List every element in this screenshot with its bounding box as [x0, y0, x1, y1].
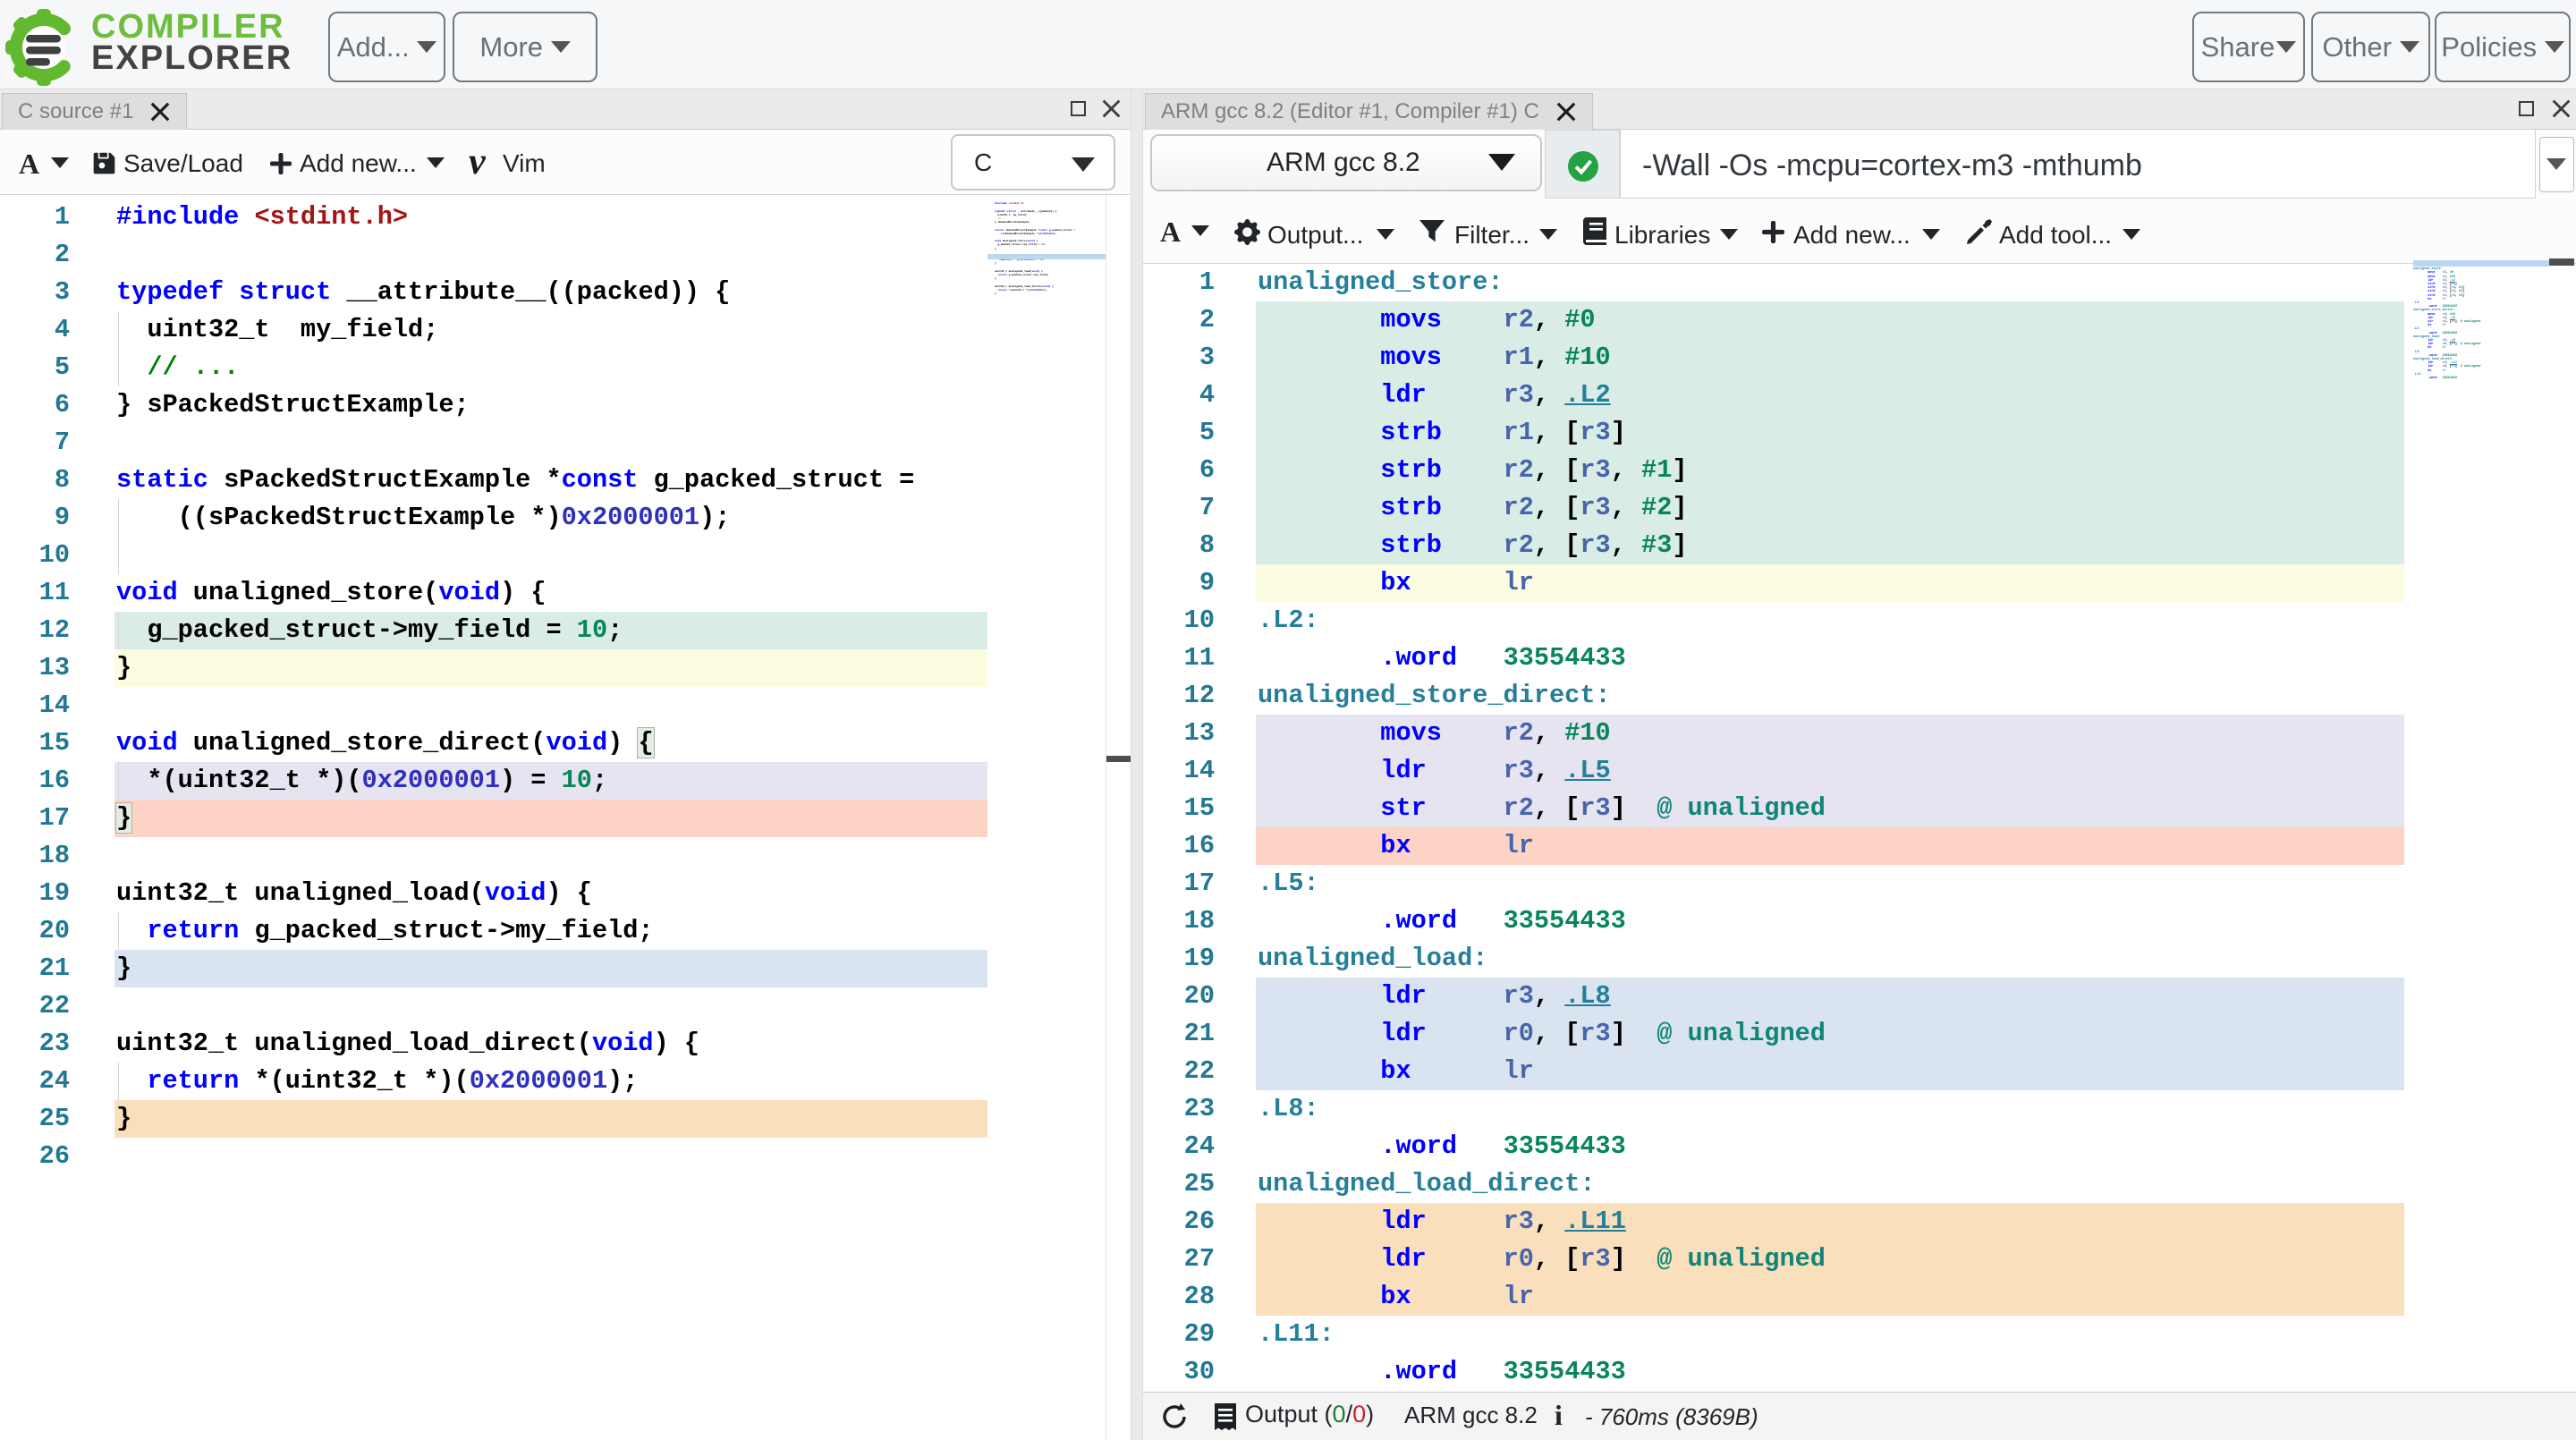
svg-text:v: v: [469, 146, 487, 180]
